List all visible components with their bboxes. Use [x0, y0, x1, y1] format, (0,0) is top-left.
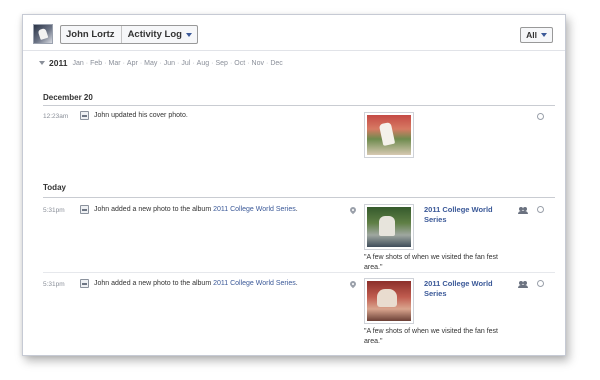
activity-log-menu-button[interactable]: Activity Log [122, 29, 197, 40]
month-link-feb[interactable]: Feb [90, 60, 102, 67]
section-heading-december-20: December 20 [43, 93, 93, 102]
timeline-nav: 2011 Jan · Feb · Mar · Apr · May · Jun · Jul · … [39, 58, 283, 68]
story-divider [43, 272, 555, 273]
album-title-link[interactable]: 2011 College World Series [424, 279, 504, 298]
month-link-sep[interactable]: Sep [215, 60, 227, 67]
page-header: John Lortz Activity Log All [23, 15, 565, 51]
visibility-toggle-icon[interactable] [537, 206, 544, 213]
chevron-down-icon [185, 32, 192, 37]
month-link-mar[interactable]: Mar [109, 60, 121, 67]
album-photo-thumbnail[interactable] [364, 278, 414, 324]
cover-photo-thumbnail[interactable] [364, 112, 414, 158]
story-text: John added a new photo to the album 2011… [94, 279, 299, 289]
month-link-may[interactable]: May [144, 60, 157, 67]
breadcrumb: John Lortz Activity Log [60, 25, 198, 44]
add-photo-icon [80, 279, 89, 288]
story-text-prefix: John added a new photo to the album [94, 206, 214, 213]
visibility-toggle-icon[interactable] [537, 113, 544, 120]
album-link[interactable]: 2011 College World Series [213, 206, 296, 213]
album-photo-thumbnail[interactable] [364, 204, 414, 250]
section-heading-today: Today [43, 183, 66, 192]
album-photo-image [367, 207, 411, 247]
friends-audience-icon[interactable] [518, 281, 528, 288]
story-text: John added a new photo to the album 2011… [94, 205, 299, 215]
month-link-oct[interactable]: Oct [234, 60, 245, 67]
month-link-dec[interactable]: Dec [270, 60, 282, 67]
profile-name-link[interactable]: John Lortz [61, 26, 122, 43]
month-link-jan[interactable]: Jan [72, 60, 83, 67]
month-link-jul[interactable]: Jul [181, 60, 190, 67]
story-text-suffix: . [295, 206, 298, 213]
filter-label: All [526, 30, 537, 40]
section-divider [43, 197, 555, 198]
month-link-nov[interactable]: Nov [252, 60, 264, 67]
story-timestamp[interactable]: 12:23am [43, 113, 68, 120]
section-divider [43, 105, 555, 106]
album-photo-image [367, 281, 411, 321]
story-timestamp[interactable]: 5:31pm [43, 281, 65, 288]
album-link[interactable]: 2011 College World Series [213, 280, 296, 287]
location-pin-icon[interactable] [348, 279, 358, 289]
cover-photo-icon [80, 111, 89, 120]
month-link-jun[interactable]: Jun [164, 60, 175, 67]
activity-log-window: John Lortz Activity Log All 2011 Jan · Fe… [22, 14, 566, 356]
month-link-aug[interactable]: Aug [197, 60, 209, 67]
month-link-apr[interactable]: Apr [127, 60, 138, 67]
chevron-down-icon [541, 33, 547, 37]
profile-avatar[interactable] [33, 24, 53, 44]
album-title-link[interactable]: 2011 College World Series [424, 205, 504, 224]
story-text: John updated his cover photo. [94, 112, 188, 119]
cover-photo-image [367, 115, 411, 155]
visibility-toggle-icon[interactable] [537, 280, 544, 287]
collapse-caret-icon[interactable] [39, 61, 45, 65]
friends-audience-icon[interactable] [518, 207, 528, 214]
photo-caption: "A few shots of when we visited the fan … [364, 254, 499, 271]
location-pin-icon[interactable] [348, 205, 358, 215]
photo-caption: "A few shots of when we visited the fan … [364, 328, 499, 345]
add-photo-icon [80, 205, 89, 214]
story-timestamp[interactable]: 5:31pm [43, 207, 65, 214]
activity-log-label: Activity Log [127, 29, 182, 40]
year-link[interactable]: 2011 [49, 58, 67, 68]
filter-dropdown[interactable]: All [520, 27, 553, 43]
story-text-prefix: John added a new photo to the album [94, 280, 214, 287]
story-text-suffix: . [295, 280, 298, 287]
